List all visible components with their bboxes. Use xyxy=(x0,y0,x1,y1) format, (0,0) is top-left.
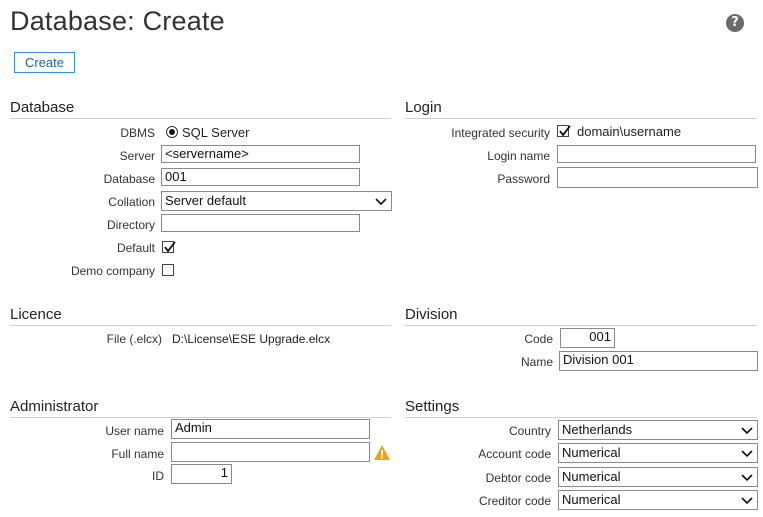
debtor-code-select[interactable]: Numerical xyxy=(558,467,758,487)
settings-divider xyxy=(405,417,757,418)
integrated-security-label: Integrated security xyxy=(451,126,550,140)
user-name-input[interactable]: Admin xyxy=(171,419,370,439)
debtor-code-value: Numerical xyxy=(562,469,621,484)
administrator-heading: Administrator xyxy=(10,398,99,415)
database-heading: Database xyxy=(10,99,75,116)
directory-input[interactable] xyxy=(161,214,360,232)
page-title: Database: Create xyxy=(10,6,225,36)
settings-heading: Settings xyxy=(405,398,460,415)
directory-label: Directory xyxy=(106,218,155,232)
dbms-value: SQL Server xyxy=(182,125,250,140)
account-code-value: Numerical xyxy=(562,445,621,460)
user-name-label: User name xyxy=(105,424,164,438)
chevron-down-icon xyxy=(375,198,387,206)
chevron-down-icon xyxy=(741,497,753,505)
password-label: Password xyxy=(497,172,550,186)
database-divider xyxy=(10,118,391,119)
chevron-down-icon xyxy=(741,474,753,482)
default-label: Default xyxy=(116,241,155,255)
licence-heading: Licence xyxy=(10,306,62,323)
country-select[interactable]: Netherlands xyxy=(558,420,758,440)
help-icon[interactable]: ? xyxy=(726,14,744,32)
country-value: Netherlands xyxy=(562,422,633,437)
division-divider xyxy=(405,325,757,326)
full-name-input[interactable] xyxy=(171,442,370,462)
debtor-code-label: Debtor code xyxy=(485,471,551,485)
server-label: Server xyxy=(119,149,155,163)
login-name-input[interactable] xyxy=(557,145,756,163)
administrator-divider xyxy=(10,417,391,418)
id-input[interactable]: 1 xyxy=(171,464,232,484)
licence-file-value: D:\License\ESE Upgrade.elcx xyxy=(172,332,331,346)
radio-dot xyxy=(169,129,175,135)
login-name-label: Login name xyxy=(487,149,550,163)
demo-company-label: Demo company xyxy=(70,264,155,278)
division-code-label: Code xyxy=(524,332,553,346)
dbms-label: DBMS xyxy=(120,126,155,140)
full-name-label: Full name xyxy=(111,447,164,461)
database-label: Database xyxy=(103,172,155,186)
server-input[interactable]: <servername> xyxy=(161,145,360,163)
licence-divider xyxy=(10,325,391,326)
chevron-down-icon xyxy=(741,427,753,435)
login-heading: Login xyxy=(405,99,442,116)
dbms-sqlserver-radio[interactable] xyxy=(166,126,178,138)
demo-company-checkbox[interactable] xyxy=(162,264,174,276)
account-code-select[interactable]: Numerical xyxy=(558,443,758,463)
creditor-code-label: Creditor code xyxy=(478,494,551,508)
account-code-label: Account code xyxy=(478,447,551,461)
collation-value: Server default xyxy=(165,193,246,208)
licence-file-label: File (.elcx) xyxy=(106,332,162,346)
division-heading: Division xyxy=(405,306,458,323)
id-label: ID xyxy=(152,469,164,483)
checkmark-icon xyxy=(164,241,176,253)
checkmark-icon xyxy=(559,125,571,137)
integrated-user-value: domain\username xyxy=(577,124,682,139)
create-button[interactable]: Create xyxy=(14,52,75,73)
login-divider xyxy=(405,118,757,119)
collation-select[interactable]: Server default xyxy=(161,191,392,211)
creditor-code-value: Numerical xyxy=(562,492,621,507)
division-name-input[interactable]: Division 001 xyxy=(559,351,758,371)
country-label: Country xyxy=(508,424,551,438)
collation-label: Collation xyxy=(108,195,155,209)
division-code-input[interactable]: 001 xyxy=(560,328,615,348)
default-checkbox[interactable] xyxy=(162,241,176,253)
division-name-label: Name xyxy=(520,355,553,369)
database-input[interactable]: 001 xyxy=(161,168,360,186)
password-input[interactable] xyxy=(557,167,758,188)
integrated-security-checkbox[interactable] xyxy=(557,125,571,137)
warning-icon xyxy=(374,445,390,460)
chevron-down-icon xyxy=(741,450,753,458)
creditor-code-select[interactable]: Numerical xyxy=(558,490,758,510)
